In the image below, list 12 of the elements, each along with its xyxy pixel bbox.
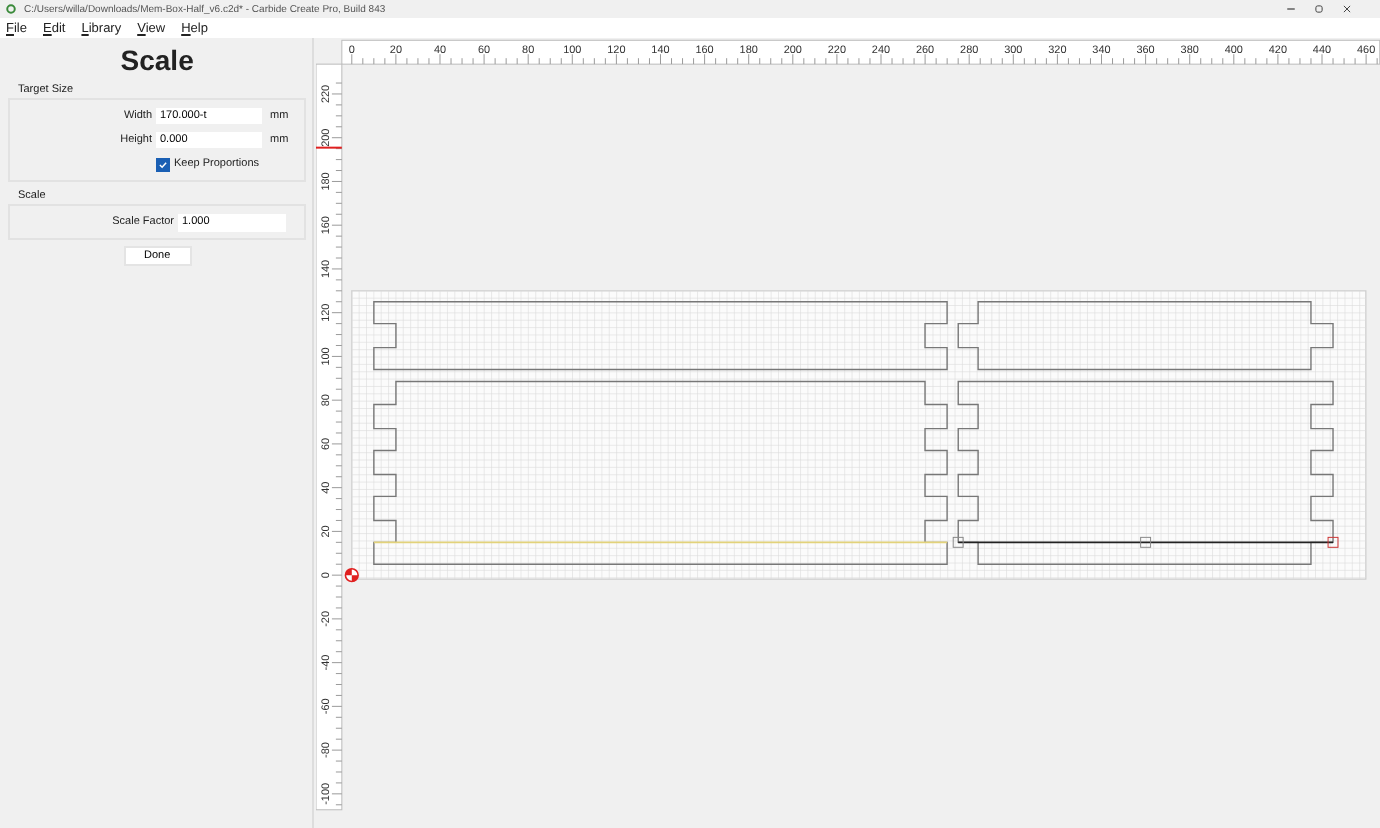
checkbox[interactable] (156, 157, 170, 171)
origin-icon (344, 568, 360, 583)
cursor-marker (316, 146, 344, 149)
close-icon[interactable] (1342, 4, 1352, 14)
app-icon (6, 4, 16, 14)
panel-title: Scale (118, 44, 196, 76)
restore-icon[interactable] (1314, 4, 1324, 14)
selected-line[interactable] (952, 536, 1339, 548)
part-outline[interactable] (957, 380, 1334, 565)
part-outline[interactable] (957, 301, 1334, 371)
minimize-icon[interactable] (1286, 4, 1296, 14)
part-outline[interactable] (373, 301, 949, 371)
